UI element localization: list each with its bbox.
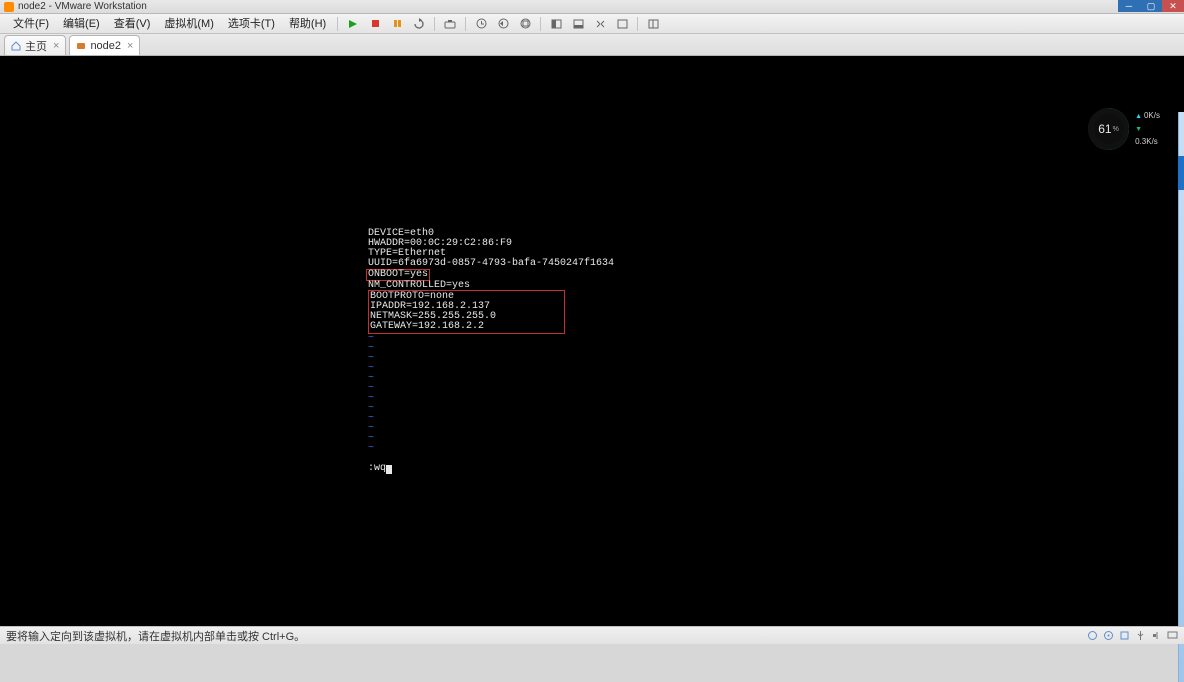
stretch-icon <box>595 19 606 29</box>
tab-home-label: 主页 <box>25 38 47 54</box>
separator <box>337 17 338 31</box>
library-icon <box>648 19 659 29</box>
messages-icon[interactable] <box>1166 630 1178 642</box>
unity-button[interactable] <box>569 16 587 32</box>
pause-icon <box>393 19 402 28</box>
net-down: 0.3K/s <box>1135 123 1166 148</box>
menu-edit[interactable]: 编辑(E) <box>56 14 107 34</box>
home-icon <box>11 41 21 51</box>
tabs-bar: 主页 × node2 × <box>0 34 1184 56</box>
fullscreen-button[interactable] <box>547 16 565 32</box>
play-icon <box>348 19 358 29</box>
restart-icon <box>413 18 425 30</box>
cpu-ring: 61% <box>1088 108 1129 150</box>
clock-icon <box>476 18 487 29</box>
restart-button[interactable] <box>410 16 428 32</box>
menu-help[interactable]: 帮助(H) <box>282 14 333 34</box>
snapshot-button[interactable] <box>441 16 459 32</box>
separator <box>465 17 466 31</box>
status-hint: 要将输入定向到该虚拟机，请在虚拟机内部单击或按 Ctrl+G。 <box>6 628 305 644</box>
stop-icon <box>371 19 380 28</box>
snapshot-manager-button[interactable] <box>516 16 534 32</box>
fullscreen-icon <box>551 19 562 29</box>
vm-console[interactable]: DEVICE=eth0 HWADDR=00:0C:29:C2:86:F9 TYP… <box>0 56 1184 626</box>
maximize-button[interactable]: ▢ <box>1140 0 1162 12</box>
menu-view[interactable]: 查看(V) <box>107 14 158 34</box>
highlight-box-network: BOOTPROTO=none IPADDR=192.168.2.137 NETM… <box>368 290 565 334</box>
device-cd-icon[interactable] <box>1102 630 1114 642</box>
snapshot-take-button[interactable] <box>472 16 490 32</box>
tab-node2[interactable]: node2 × <box>69 35 140 55</box>
perf-widget: 61% 0K/s 0.3K/s <box>1088 108 1166 150</box>
menu-vm[interactable]: 虚拟机(M) <box>157 14 221 34</box>
unity-icon <box>573 19 584 29</box>
clock-back-icon <box>498 18 509 29</box>
pause-button[interactable] <box>388 16 406 32</box>
net-values: 0K/s 0.3K/s <box>1135 110 1166 148</box>
minimize-button[interactable]: ─ <box>1118 0 1140 12</box>
show-console-button[interactable] <box>613 16 631 32</box>
snapshot-manager-icon <box>520 18 531 29</box>
device-usb-icon[interactable] <box>1134 630 1146 642</box>
tab-node2-close[interactable]: × <box>127 40 133 52</box>
term-line: GATEWAY=192.168.2.2 <box>370 321 484 332</box>
console-icon <box>617 19 628 29</box>
net-up: 0K/s <box>1135 110 1166 123</box>
menu-file[interactable]: 文件(F) <box>6 14 56 34</box>
play-button[interactable] <box>344 16 362 32</box>
title-bar: node2 - VMware Workstation ─ ▢ ✕ <box>0 0 1184 14</box>
windows-edge <box>1178 112 1184 682</box>
term-line: UUID=6fa6973d-0857-4793-bafa-7450247f163… <box>368 258 614 269</box>
cursor <box>386 465 392 474</box>
vim-command: :wq <box>368 463 386 474</box>
app-icon <box>4 2 14 12</box>
close-button[interactable]: ✕ <box>1162 0 1184 12</box>
terminal-output: DEVICE=eth0 HWADDR=00:0C:29:C2:86:F9 TYP… <box>368 219 614 484</box>
snapshot-revert-button[interactable] <box>494 16 512 32</box>
tab-home-close[interactable]: × <box>53 40 59 52</box>
vm-icon <box>76 41 86 51</box>
stretch-button[interactable] <box>591 16 609 32</box>
camera-icon <box>444 19 456 29</box>
device-sound-icon[interactable] <box>1150 630 1162 642</box>
library-button[interactable] <box>644 16 662 32</box>
cpu-percent: 61 <box>1098 122 1111 136</box>
device-tray <box>1086 630 1178 642</box>
tab-home[interactable]: 主页 × <box>4 35 66 55</box>
menu-bar: 文件(F) 编辑(E) 查看(V) 虚拟机(M) 选项卡(T) 帮助(H) <box>0 14 1184 34</box>
status-bar: 要将输入定向到该虚拟机，请在虚拟机内部单击或按 Ctrl+G。 <box>0 626 1184 644</box>
window-title: node2 - VMware Workstation <box>18 1 147 12</box>
vim-tildes: ~ ~ ~ ~ ~ ~ ~ ~ ~ ~ ~ ~ <box>368 333 374 454</box>
stop-button[interactable] <box>366 16 384 32</box>
term-line: ONBOOT=yes <box>368 269 428 280</box>
menu-tabs[interactable]: 选项卡(T) <box>221 14 282 34</box>
device-disk-icon[interactable] <box>1086 630 1098 642</box>
cpu-unit: % <box>1113 126 1119 133</box>
show-desktop[interactable] <box>1178 156 1184 190</box>
separator <box>637 17 638 31</box>
device-net-icon[interactable] <box>1118 630 1130 642</box>
tab-node2-label: node2 <box>90 40 121 52</box>
separator <box>434 17 435 31</box>
separator <box>540 17 541 31</box>
